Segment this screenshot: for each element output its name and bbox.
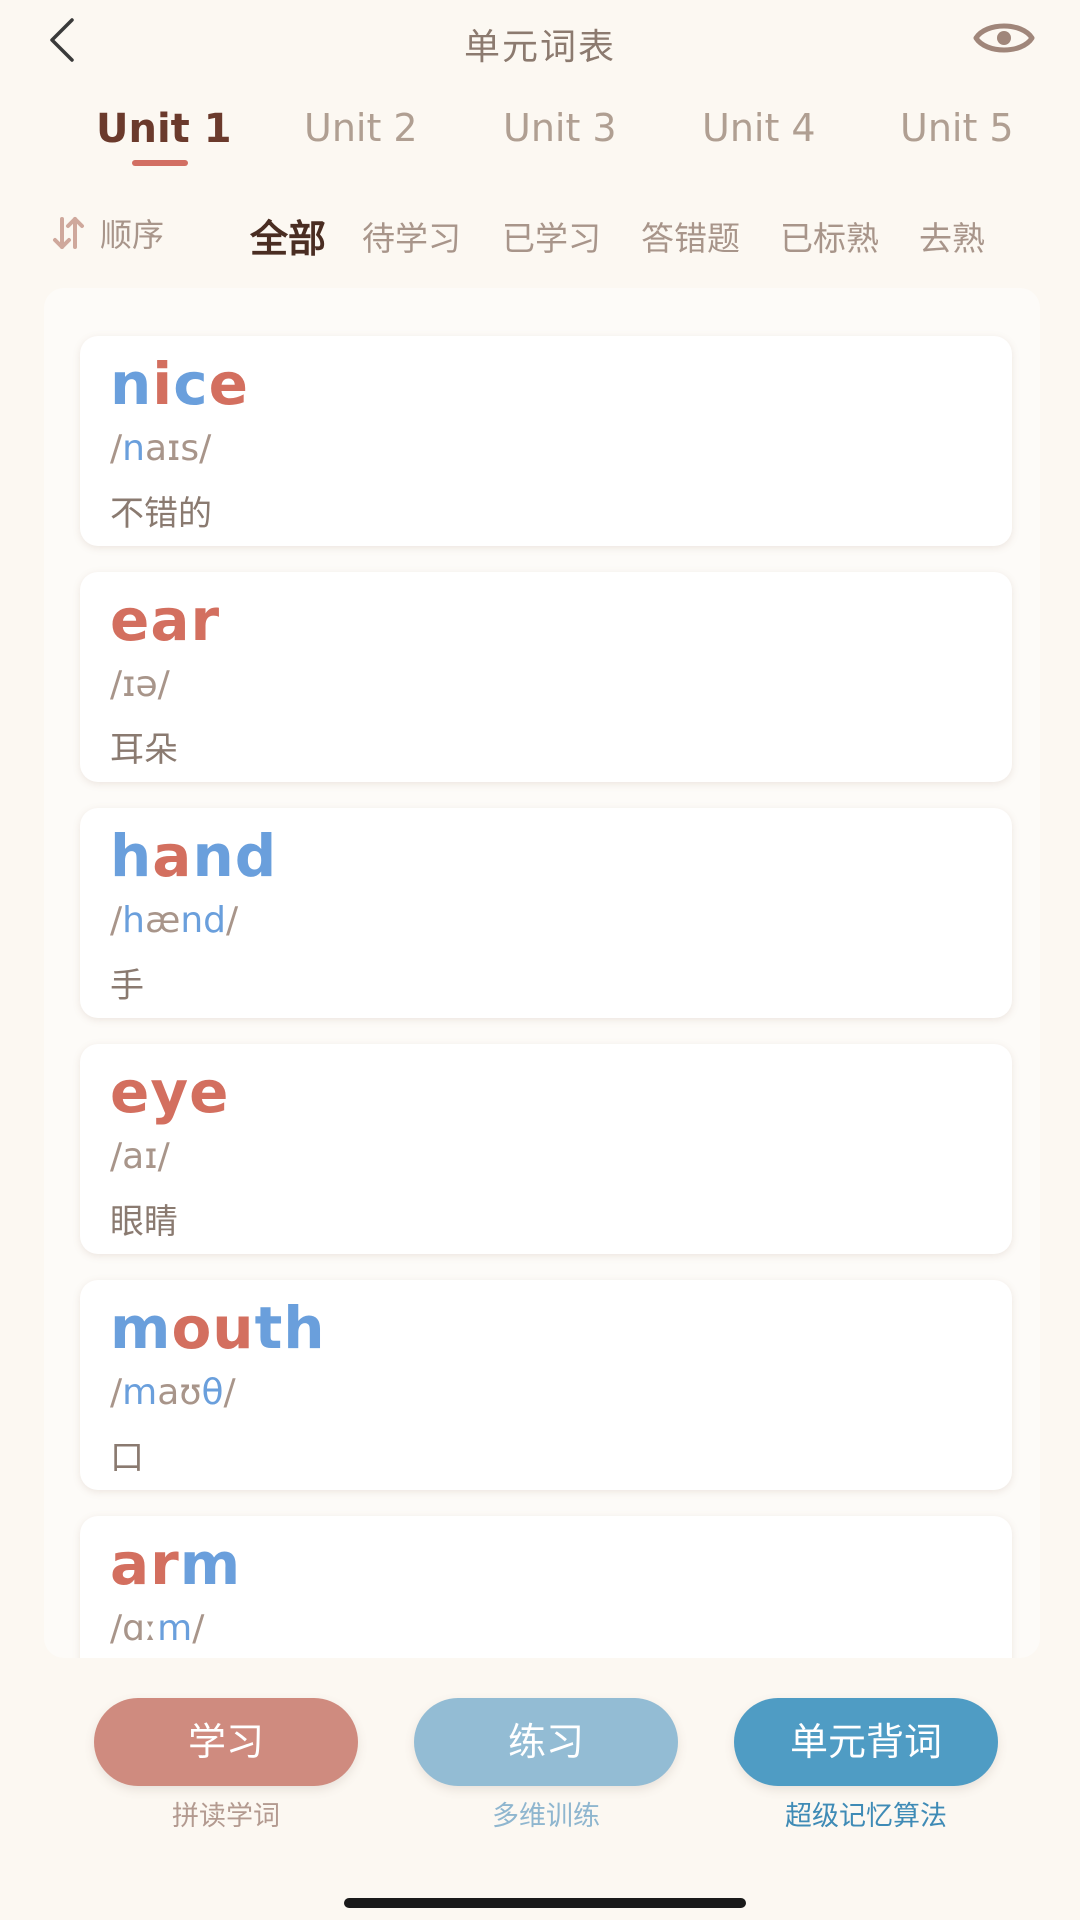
word-text: mouth — [110, 1294, 326, 1362]
practice-subtitle: 多维训练 — [492, 1801, 600, 1832]
word-text: nice — [110, 350, 249, 418]
filter-to-learn[interactable]: 待学习 — [362, 212, 461, 260]
word-meaning: 不错的 — [110, 494, 212, 534]
word-phonetic: /hænd/ — [110, 900, 239, 941]
word-text: arm — [110, 1530, 242, 1598]
filter-learned[interactable]: 已学习 — [502, 212, 601, 260]
study-button[interactable]: 学习 — [94, 1698, 358, 1786]
word-list[interactable]: nice /naɪs/ 不错的 ear /ɪə/ 耳朵 hand /hænd/ … — [44, 288, 1040, 1658]
word-meaning: 眼睛 — [110, 1202, 178, 1242]
word-text: eye — [110, 1058, 230, 1126]
action-study: 学习 拼读学词 — [94, 1698, 358, 1833]
filter-row: 顺序 全部 待学习 已学习 答错题 已标熟 去熟 — [0, 200, 1080, 270]
visibility-toggle-button[interactable] — [972, 16, 1036, 60]
header-bar: 单元词表 — [0, 0, 1080, 88]
page-title: 单元词表 — [463, 27, 616, 68]
word-card[interactable]: arm /ɑːm/ — [80, 1516, 1012, 1658]
tab-unit-3[interactable]: Unit 3 — [503, 106, 617, 150]
practice-button[interactable]: 练习 — [414, 1698, 678, 1786]
action-unit-memorize: 单元背词 超级记忆算法 — [734, 1698, 998, 1833]
word-phonetic: /ɑːm/ — [110, 1608, 205, 1649]
word-text: ear — [110, 586, 221, 654]
word-phonetic: /aɪ/ — [110, 1136, 170, 1177]
tab-unit-1[interactable]: Unit 1 — [96, 106, 232, 152]
word-meaning: 耳朵 — [110, 730, 178, 770]
sort-label: 顺序 — [100, 216, 165, 254]
unit-tabs: Unit 1 Unit 2 Unit 3 Unit 4 Unit 5 — [0, 96, 1080, 176]
filter-wrong-answers[interactable]: 答错题 — [641, 212, 740, 260]
active-tab-indicator — [132, 160, 188, 166]
word-card[interactable]: eye /aɪ/ 眼睛 — [80, 1044, 1012, 1254]
unit-memorize-subtitle: 超级记忆算法 — [785, 1801, 947, 1832]
sort-order-button[interactable]: 顺序 — [50, 208, 164, 258]
unit-memorize-button[interactable]: 单元背词 — [734, 1698, 998, 1786]
word-meaning: 手 — [110, 966, 144, 1006]
eye-icon — [973, 23, 1035, 53]
study-subtitle: 拼读学词 — [172, 1801, 280, 1832]
word-phonetic: /maʊθ/ — [110, 1372, 236, 1413]
word-text: hand — [110, 822, 278, 890]
word-card[interactable]: ear /ɪə/ 耳朵 — [80, 572, 1012, 782]
tab-unit-5[interactable]: Unit 5 — [900, 106, 1014, 150]
action-practice: 练习 多维训练 — [414, 1698, 678, 1833]
tab-unit-4[interactable]: Unit 4 — [702, 106, 816, 150]
word-card[interactable]: hand /hænd/ 手 — [80, 808, 1012, 1018]
sort-arrows-icon — [53, 217, 84, 249]
word-phonetic: /naɪs/ — [110, 428, 212, 469]
home-indicator[interactable] — [344, 1898, 746, 1908]
filter-unmark-familiar[interactable]: 去熟 — [919, 212, 985, 260]
filter-marked-familiar[interactable]: 已标熟 — [780, 212, 879, 260]
bottom-action-bar: 学习 拼读学词 练习 多维训练 单元背词 超级记忆算法 — [0, 1680, 1080, 1833]
tab-unit-2[interactable]: Unit 2 — [304, 106, 418, 150]
word-card[interactable]: mouth /maʊθ/ 口 — [80, 1280, 1012, 1490]
word-phonetic: /ɪə/ — [110, 664, 170, 705]
word-card[interactable]: nice /naɪs/ 不错的 — [80, 336, 1012, 546]
filter-all[interactable]: 全部 — [250, 208, 326, 263]
word-meaning: 口 — [110, 1438, 144, 1478]
